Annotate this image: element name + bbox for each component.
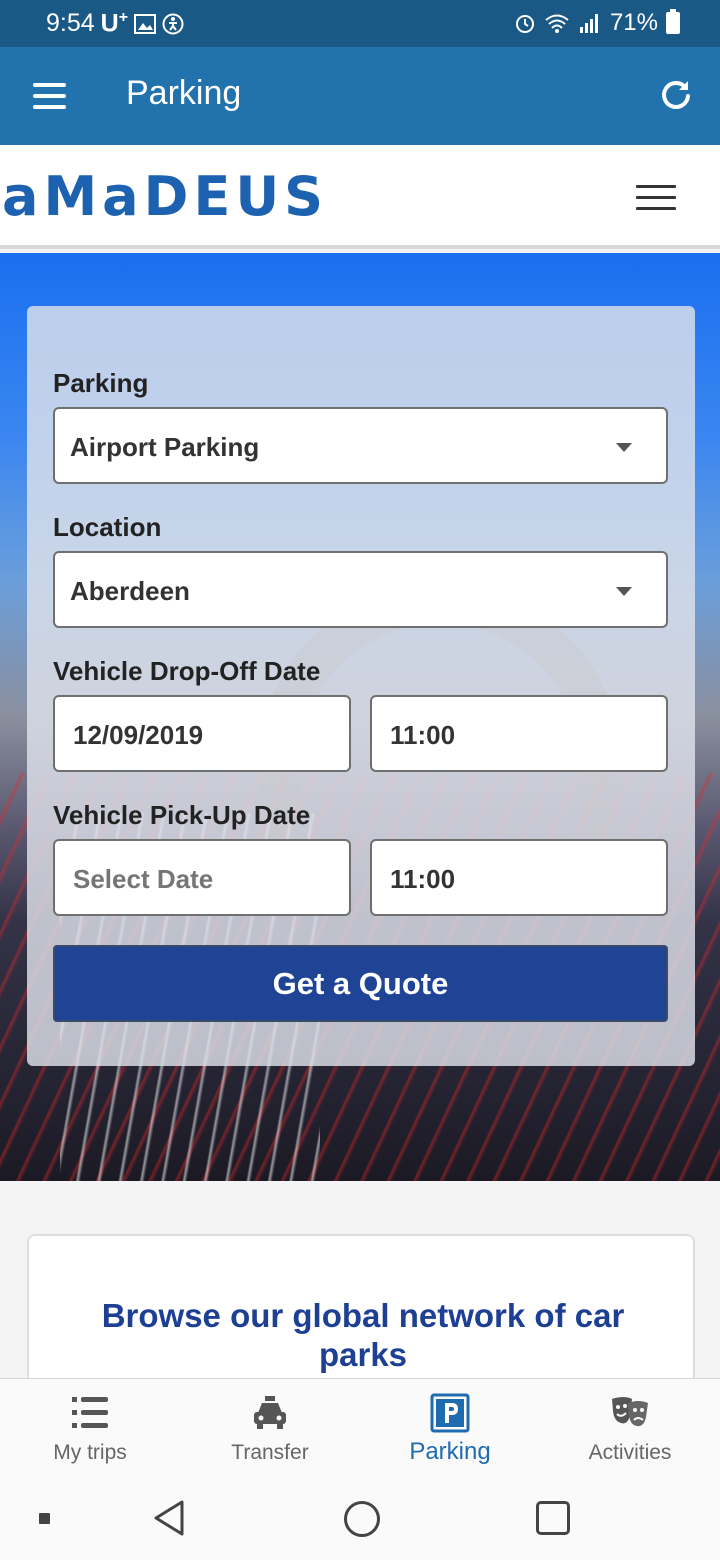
dropoff-date-input[interactable]: 12/09/2019	[53, 695, 351, 772]
nav-item-transfer[interactable]: Transfer	[180, 1379, 360, 1481]
status-right: 71%	[514, 9, 680, 37]
taxi-icon	[254, 1396, 286, 1429]
nav-item-activities[interactable]: Activities	[540, 1379, 720, 1481]
site-header: aMaDEUS	[0, 145, 720, 249]
pickup-date-placeholder: Select Date	[73, 864, 214, 894]
signal-icon	[579, 14, 598, 33]
recent-apps-icon[interactable]	[536, 1501, 570, 1535]
theater-masks-icon	[612, 1397, 648, 1427]
refresh-icon[interactable]	[658, 77, 694, 113]
image-notification-icon	[134, 13, 157, 34]
nav-label-activities: Activities	[588, 1441, 672, 1464]
system-navigation-bar	[0, 1480, 720, 1560]
dropoff-time-input[interactable]: 11:00	[370, 695, 668, 772]
parking-type-label: Parking	[53, 368, 149, 398]
list-icon	[72, 1397, 108, 1428]
nav-label-parking: Parking	[409, 1438, 491, 1465]
nav-item-parking[interactable]: Parking	[360, 1379, 540, 1481]
chevron-down-icon	[616, 587, 632, 596]
accessibility-icon	[162, 13, 184, 35]
location-label: Location	[53, 512, 162, 542]
home-icon[interactable]	[344, 1501, 380, 1537]
dropoff-date-label: Vehicle Drop-Off Date	[53, 656, 321, 686]
parking-type-select[interactable]: Airport Parking	[53, 407, 668, 484]
wifi-icon	[545, 14, 569, 33]
app-bar: Parking	[0, 47, 720, 145]
site-menu-icon[interactable]	[636, 185, 676, 211]
back-icon[interactable]	[150, 1498, 190, 1538]
parking-search-form: Parking Airport Parking Location Aberdee…	[27, 306, 695, 1066]
amadeus-logo[interactable]: aMaDEUS	[2, 169, 328, 225]
dropoff-time-value: 11:00	[390, 720, 456, 750]
carrier-label: U	[100, 9, 119, 38]
carrier-icon: U+	[100, 9, 129, 38]
battery-percent: 71%	[609, 9, 658, 36]
assistant-dot-icon	[39, 1513, 50, 1524]
status-bar: 9:54 U+ 71%	[0, 0, 720, 47]
parking-icon	[430, 1393, 470, 1433]
pickup-date-input[interactable]: Select Date	[53, 839, 351, 916]
battery-icon	[666, 9, 680, 34]
chevron-down-icon	[616, 443, 632, 452]
get-quote-button[interactable]: Get a Quote	[53, 945, 668, 1022]
nav-item-my-trips[interactable]: My trips	[0, 1379, 180, 1481]
parking-type-value: Airport Parking	[70, 432, 260, 462]
bottom-navigation: My trips Transfer Parking Activities	[0, 1378, 720, 1480]
alarm-icon	[515, 15, 534, 33]
nav-label-my-trips: My trips	[53, 1441, 127, 1464]
location-select[interactable]: Aberdeen	[53, 551, 668, 628]
pickup-time-value: 11:00	[390, 864, 456, 894]
app-bar-title: Parking	[126, 74, 242, 112]
pickup-date-label: Vehicle Pick-Up Date	[53, 800, 311, 830]
location-value: Aberdeen	[70, 576, 190, 606]
status-time: 9:54	[46, 9, 95, 38]
nav-label-transfer: Transfer	[231, 1441, 309, 1464]
status-left: 9:54 U+	[46, 9, 184, 38]
dropoff-date-value: 12/09/2019	[73, 720, 204, 750]
hero-banner: Parking Airport Parking Location Aberdee…	[0, 253, 720, 1181]
hamburger-menu-icon[interactable]	[33, 83, 66, 109]
pickup-time-input[interactable]: 11:00	[370, 839, 668, 916]
browse-heading: Browse our global network of car parks	[101, 1297, 625, 1373]
